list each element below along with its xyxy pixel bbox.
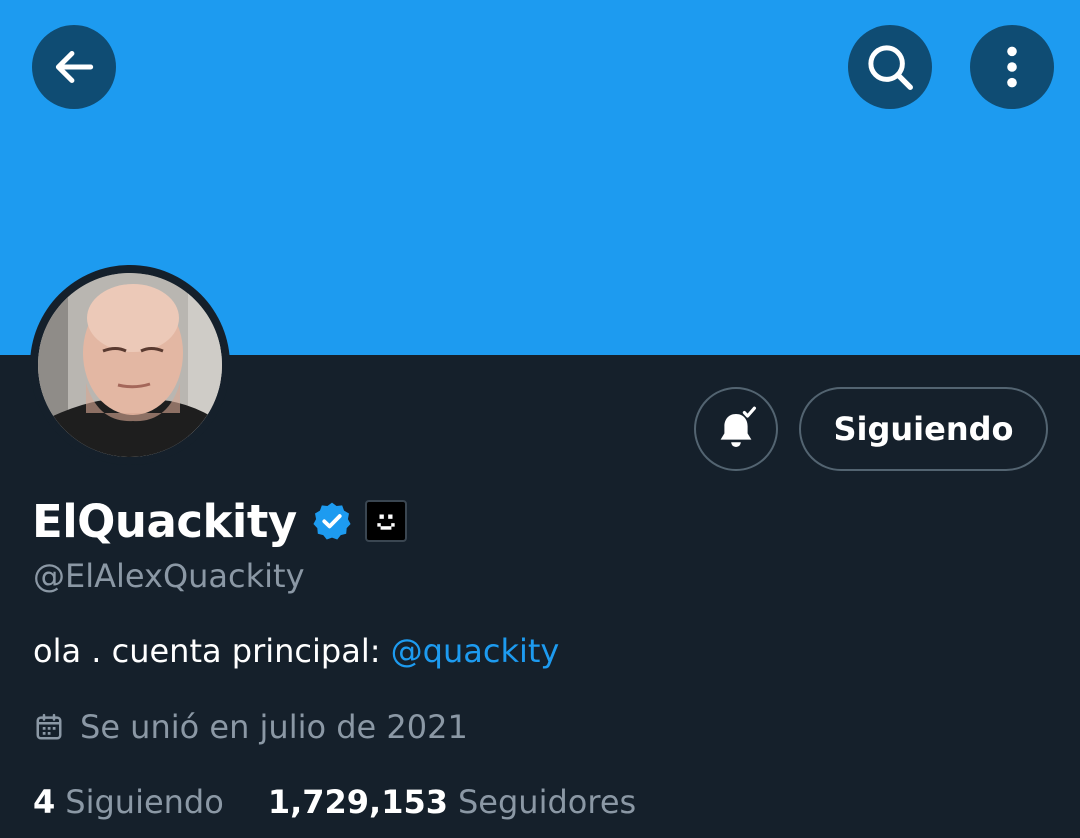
search-button[interactable] [848,25,932,109]
calendar-icon [36,713,62,740]
username-handle: @ElAlexQuackity [33,557,305,595]
name-row: ElQuackity [32,493,407,549]
display-name: ElQuackity [32,494,297,548]
profile-bio: ola . cuenta principal: @quackity [33,632,559,670]
following-label: Siguiendo [65,783,224,821]
more-vertical-icon [1007,46,1017,88]
notifications-button[interactable] [694,387,778,471]
back-button[interactable] [32,25,116,109]
smiley-face-icon [364,500,407,542]
followers-stat[interactable]: 1,729,153 Seguidores [268,783,636,821]
followers-count: 1,729,153 [267,783,448,821]
bio-text: ola . cuenta principal: [33,632,391,670]
verified-badge-icon[interactable] [311,500,353,542]
following-count: 4 [33,783,56,821]
following-button[interactable]: Siguiendo [799,387,1048,471]
search-icon [868,45,913,90]
follow-stats: 4 Siguiendo 1,729,153 Seguidores [33,783,636,821]
bio-mention-link[interactable]: @quackity [391,632,560,670]
bell-check-icon [720,406,756,447]
avatar-frame [30,265,230,465]
joined-date: Se unió en julio de 2021 [34,708,468,746]
following-stat[interactable]: 4 Siguiendo [33,783,224,821]
avatar-image [38,273,222,457]
followers-label: Seguidores [457,783,637,821]
more-options-button[interactable] [970,25,1054,109]
arrow-left-icon [55,50,94,84]
avatar[interactable] [38,273,222,457]
joined-text: Se unió en julio de 2021 [80,708,468,746]
